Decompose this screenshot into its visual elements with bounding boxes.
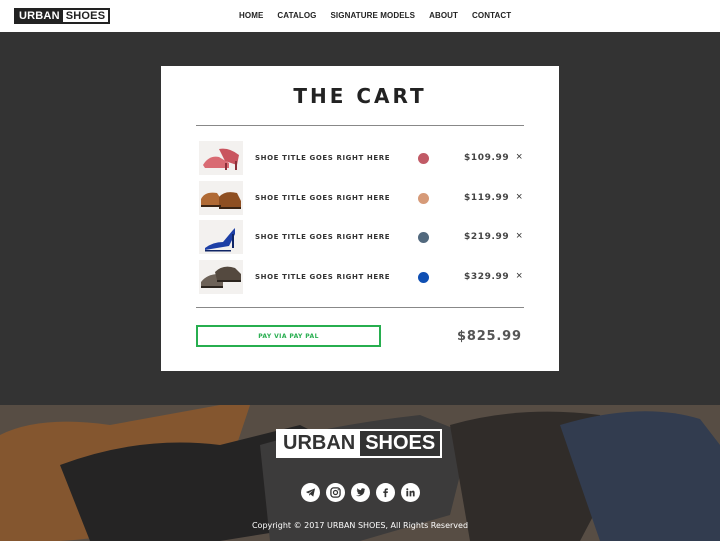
linkedin-icon[interactable] [401,483,420,502]
grey-derbies-image [199,260,243,294]
pink-pumps-image [199,141,243,175]
color-swatch [418,272,429,283]
product-thumbnail[interactable] [199,220,243,254]
logo-part-shoes: SHOES [62,10,109,22]
product-thumbnail[interactable] [199,181,243,215]
instagram-icon[interactable] [326,483,345,502]
logo-part-urban: URBAN [16,10,63,22]
remove-item-button[interactable]: × [516,151,522,163]
footer-logo-part-shoes: SHOES [360,431,441,456]
item-title[interactable]: SHOE TITLE GOES RIGHT HERE [255,194,390,202]
item-price: $109.99 [464,153,510,163]
nav-catalog[interactable]: CATALOG [277,11,316,20]
cart-item: SHOE TITLE GOES RIGHT HERE $109.99 × [199,141,529,177]
site-footer: URBAN SHOES Copyright © 2017 URBAN SHOES… [0,405,720,541]
main-nav: HOME CATALOG SIGNATURE MODELS ABOUT CONT… [239,11,525,20]
cart-title: THE CART [293,84,427,108]
nav-signature-models[interactable]: SIGNATURE MODELS [330,11,415,20]
item-price: $219.99 [464,232,510,242]
blue-pumps-image [199,220,243,254]
remove-item-button[interactable]: × [516,230,522,242]
facebook-icon[interactable] [376,483,395,502]
site-logo[interactable]: URBAN SHOES [14,8,111,24]
cart-card: THE CART SHOE TITLE GOES RIGHT HERE $109… [161,66,559,371]
color-swatch [418,193,429,204]
cart-item: SHOE TITLE GOES RIGHT HERE $219.99 × [199,220,529,256]
divider-top [196,125,524,126]
item-title[interactable]: SHOE TITLE GOES RIGHT HERE [255,233,390,241]
twitter-icon[interactable] [351,483,370,502]
nav-about[interactable]: ABOUT [429,11,458,20]
nav-home[interactable]: HOME [239,11,263,20]
divider-bottom [196,307,524,308]
item-title[interactable]: SHOE TITLE GOES RIGHT HERE [255,273,390,281]
brown-oxfords-image [199,181,243,215]
color-swatch [418,232,429,243]
nav-contact[interactable]: CONTACT [472,11,511,20]
remove-item-button[interactable]: × [516,270,522,282]
product-thumbnail[interactable] [199,260,243,294]
social-links [301,483,426,502]
pay-via-paypal-button[interactable]: PAY VIA PAY PAL [196,325,381,347]
footer-logo-part-urban: URBAN [278,431,361,456]
remove-item-button[interactable]: × [516,191,522,203]
cart-item: SHOE TITLE GOES RIGHT HERE $329.99 × [199,260,529,296]
item-price: $119.99 [464,193,510,203]
item-title[interactable]: SHOE TITLE GOES RIGHT HERE [255,154,390,162]
item-price: $329.99 [464,272,510,282]
telegram-icon[interactable] [301,483,320,502]
footer-logo[interactable]: URBAN SHOES [276,429,443,458]
site-header: URBAN SHOES HOME CATALOG SIGNATURE MODEL… [0,0,720,32]
product-thumbnail[interactable] [199,141,243,175]
cart-item: SHOE TITLE GOES RIGHT HERE $119.99 × [199,181,529,217]
color-swatch [418,153,429,164]
cart-total: $825.99 [457,329,522,344]
copyright-text: Copyright © 2017 URBAN SHOES, All Rights… [251,521,469,530]
